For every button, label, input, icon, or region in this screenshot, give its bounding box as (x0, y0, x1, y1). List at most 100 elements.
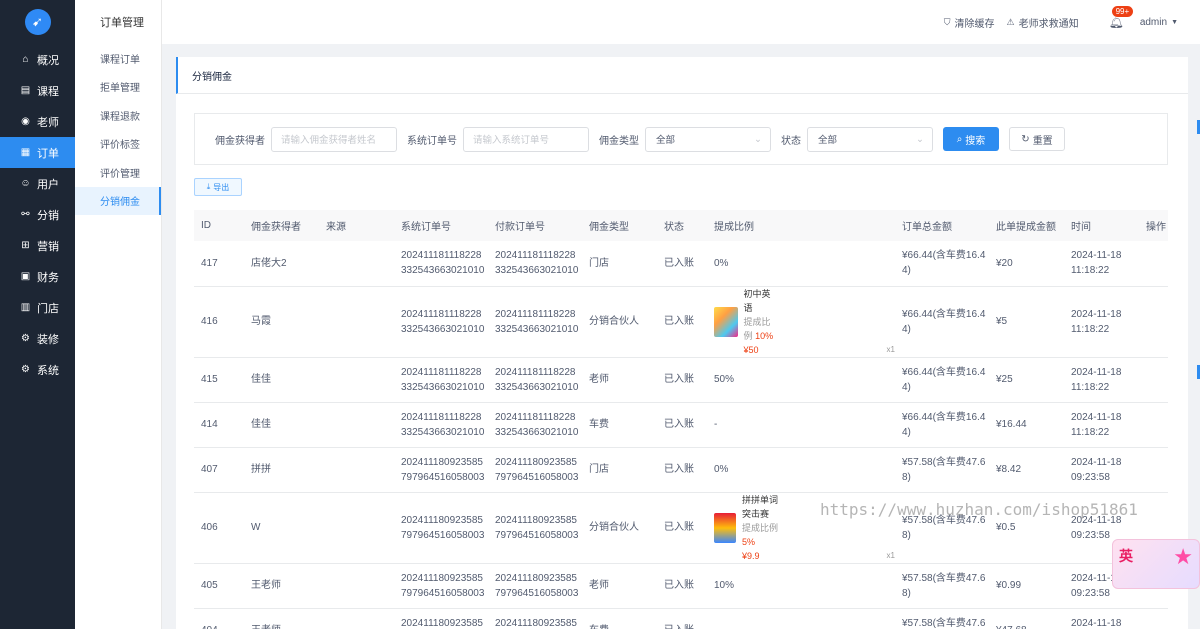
content-card: 分销佣金 佣金获得者 请输入佣金获得者姓名 系统订单号 请输入系统订单号 佣金类… (176, 57, 1188, 629)
cell-time: 2024-11-1809:23:58 (1064, 608, 1139, 629)
submenu-item[interactable]: 评价标签 (75, 130, 161, 159)
cell-payment-order-line: 332543663021010 (495, 265, 579, 277)
cell-payment-order: 202411180923585797964516058003 (488, 492, 582, 564)
floating-widget[interactable]: 英 ★ (1112, 539, 1200, 589)
cell-time-line: 2024-11-18 (1071, 514, 1122, 526)
user-menu[interactable]: admin ▼ (1140, 17, 1178, 28)
cell-system-order: 202411181118228 332543663021010 (394, 241, 488, 287)
table-row: 416 马霞 202411181118228 332543663021010 20241… (194, 286, 1168, 358)
cell-recipient: 王老师 (244, 563, 319, 609)
status-select-value: 全部 (818, 135, 838, 146)
cell-ratio: 50% (707, 357, 895, 403)
product-thumbnail (714, 512, 737, 543)
reset-button[interactable]: ↻ 重置 (1009, 127, 1065, 151)
export-button[interactable]: ⤓ 导出 (194, 178, 242, 196)
cell-commission: ¥25 (989, 357, 1064, 403)
cell-time-line: 2024-11-18 (1071, 456, 1122, 468)
cell-time: 2024-11-18 11:18:22 (1064, 286, 1139, 358)
cell-status: 已入账 (657, 402, 707, 448)
column-header: ID (201, 220, 211, 231)
cell-commission: ¥16.44 (989, 402, 1064, 448)
cell-source (319, 357, 394, 403)
submenu-item[interactable]: 拒单管理 (75, 73, 161, 102)
column-header: 操作 (1146, 222, 1166, 233)
nav-item-label: 课程 (37, 85, 59, 98)
submenu-item[interactable]: 分销佣金 (75, 186, 161, 215)
cell-payment-order-line: 202411181118228 (495, 308, 576, 320)
nav-item[interactable]: ▦ 订单 (0, 137, 75, 168)
cell-system-order-line: 202411180923585 (401, 514, 483, 526)
nav-item[interactable]: ▣ 财务 (0, 261, 75, 292)
cell-source (319, 608, 394, 629)
nav-item[interactable]: ⚙ 装修 (0, 323, 75, 354)
home-icon: ⌂ (22, 54, 29, 65)
cell-commission: ¥0.5 (989, 492, 1064, 564)
cell-time-line: 2024-11-18 (1071, 366, 1122, 378)
star-icon: ★ (1173, 544, 1193, 569)
cell-system-order-line: 797964516058003 (401, 587, 485, 599)
recipient-input[interactable]: 请输入佣金获得者姓名 (271, 126, 397, 152)
logo[interactable]: ➹ (0, 0, 75, 44)
cell-payment-order: 202411180923585797964516058003 (488, 608, 582, 629)
settings-icon: ⚙ (21, 364, 30, 375)
cell-system-order-line: 202411181118228 (401, 411, 482, 423)
status-label: 状态 (781, 135, 801, 147)
cell-payment-order-line: 202411181118228 (495, 250, 576, 262)
status-select[interactable]: 全部 ⌄ (807, 126, 933, 152)
cell-id: 415 (194, 357, 244, 403)
nav-item[interactable]: ☺ 用户 (0, 168, 75, 199)
cell-system-order-line: 332543663021010 (401, 381, 485, 393)
table-row: 414 佳佳 202411181118228 332543663021010 20241… (194, 402, 1168, 448)
nav-item[interactable]: ◉ 老师 (0, 106, 75, 137)
nav-item[interactable]: ▤ 课程 (0, 75, 75, 106)
clear-cache-button[interactable]: ⛉ 清除缓存 (944, 15, 995, 30)
nav-item[interactable]: ⌂ 概况 (0, 44, 75, 75)
submenu-item[interactable]: 评价管理 (75, 158, 161, 187)
cell-total: ¥57.58(含车费47.6 8) (895, 492, 989, 564)
store-icon: ▥ (20, 302, 31, 313)
product-text: 初中英语 提成比例 10% ¥50 (744, 287, 779, 357)
nav-item[interactable]: ▥ 门店 (0, 292, 75, 323)
product-rate-value: 5% (742, 536, 756, 547)
cell-time-line: 11:18:22 (1071, 426, 1110, 438)
cell-total-line: ¥66.44(含车费16.4 (902, 308, 986, 320)
alert-icon: ⚠ (1006, 16, 1015, 27)
column-header: 佣金类型 (589, 222, 629, 233)
cell-system-order-line: 202411180923585 (401, 456, 483, 468)
cell-recipient: 王老师 (244, 608, 319, 629)
search-button[interactable]: ⌕ 搜索 (943, 127, 999, 151)
cell-payment-order-line: 332543663021010 (495, 381, 579, 393)
nav-item-label: 分销 (37, 209, 59, 222)
refresh-icon: ↻ (1021, 133, 1030, 145)
product-info: 初中英语 提成比例 10% ¥50 x1 (714, 287, 895, 357)
main-nav: ⌂ 概况 ▤ 课程 ◉ 老师 ▦ 订单 ☺ 用户 ⚯ 分销 ⊞ 营销 ▣ 财务 ▥ 门店 ⚙ 装修 ⚙ 系统 (0, 44, 75, 385)
cell-actions (1139, 286, 1168, 358)
cell-commission: ¥20 (989, 241, 1064, 287)
cell-ratio: 10% (707, 563, 895, 609)
nav-item[interactable]: ⊞ 营销 (0, 230, 75, 261)
cell-status: 已入账 (657, 447, 707, 493)
cell-system-order: 202411181118228 332543663021010 (394, 286, 488, 358)
table-row: 407 拼拼 202411180923585 797964516058003 20241… (194, 447, 1168, 493)
teacher-help-button[interactable]: ⚠ 老师求救通知 (1007, 15, 1079, 30)
submenu-item[interactable]: 课程订单 (75, 44, 161, 73)
notification-button[interactable]: 🔔︎ 99+ (1109, 5, 1135, 29)
decoration-icon: ⚙ (21, 333, 30, 344)
cell-system-order: 202411180923585797964516058003 (394, 608, 488, 629)
nav-item[interactable]: ⚯ 分销 (0, 199, 75, 230)
column-header: 此单提成金额 (996, 222, 1056, 233)
column-header: 付款订单号 (495, 222, 545, 233)
page-title: 分销佣金 (176, 57, 1188, 94)
type-select[interactable]: 全部 ⌄ (645, 126, 771, 152)
nav-item[interactable]: ⚙ 系统 (0, 354, 75, 385)
reset-button-label: 重置 (1032, 135, 1053, 147)
product-text: 拼拼单词突击赛 提成比例 5% ¥9.9 (742, 493, 779, 563)
cell-payment-order: 202411180923585797964516058003 (488, 447, 582, 493)
order-input[interactable]: 请输入系统订单号 (463, 126, 589, 152)
product-price: ¥50 (743, 344, 759, 355)
submenu-item[interactable]: 课程退款 (75, 101, 161, 130)
submenu-list: 课程订单 拒单管理 课程退款 评价标签 评价管理 分销佣金 (75, 44, 161, 215)
product-name: 初中英语 (743, 288, 771, 313)
product-quantity: x1 (886, 550, 895, 560)
nav-item-label: 财务 (37, 271, 59, 284)
